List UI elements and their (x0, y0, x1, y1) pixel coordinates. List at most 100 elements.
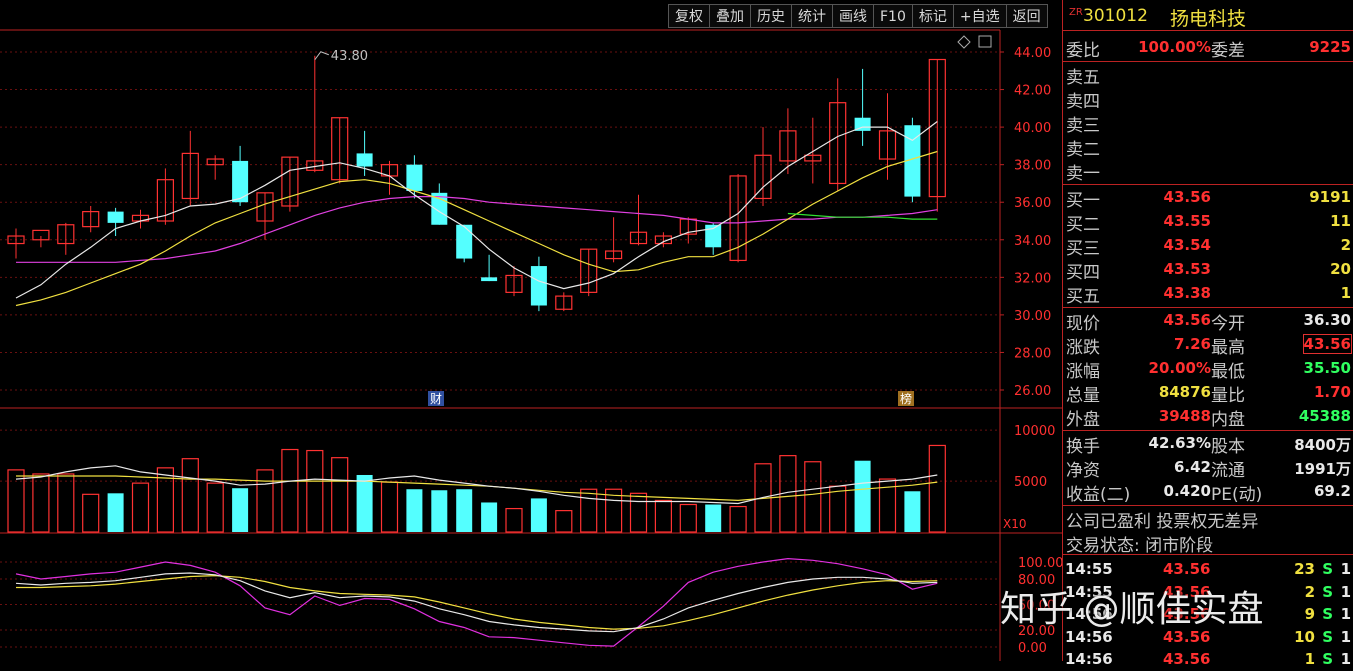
sell-label: 卖五 (1066, 68, 1100, 88)
sell-row: 卖三 (1063, 110, 1353, 136)
quote-label-2: 量比 (1211, 386, 1245, 406)
ma10-line (15, 150, 938, 307)
volume-bar-up (629, 492, 648, 533)
price-axis-label: 38.00 (1014, 159, 1051, 174)
buy-price: 43.55 (1163, 212, 1211, 230)
tick-time: 14:55 (1065, 560, 1113, 578)
volume-bar-up (306, 449, 324, 533)
toolbar-button-2[interactable]: 历史 (750, 4, 791, 28)
quote-row: 外盘 39488 内盘 45388 (1063, 404, 1353, 430)
quote-row: 涨幅 20.00% 最低 35.50 (1063, 356, 1353, 382)
toolbar-button-1[interactable]: 叠加 (709, 4, 750, 28)
toolbar-button-7[interactable]: +自选 (952, 4, 1006, 28)
window-icon (978, 35, 992, 48)
buy-label: 买三 (1066, 239, 1100, 259)
stock-code[interactable]: 301012 (1083, 6, 1148, 26)
oscillator-k-line (15, 572, 938, 633)
volume-bar-down (705, 504, 722, 532)
finance-label-2: 流通 (1211, 461, 1245, 481)
quote-row: 总量 84876 量比 1.70 (1063, 380, 1353, 406)
tick-count: 1 (1340, 560, 1351, 578)
quote-label: 现价 (1066, 314, 1100, 334)
volume-bar-up (555, 510, 573, 533)
finance-value: 42.63% (1148, 434, 1211, 452)
price-axis-label: 34.00 (1014, 234, 1051, 249)
stock-flag: ZR (1069, 7, 1083, 18)
note-row: 公司已盈利 投票权无差异 (1063, 506, 1353, 532)
tick-row: 14:56 43.56 1 S 1 (1063, 648, 1353, 671)
volume-bar-down (456, 489, 473, 532)
volume-bar-up (580, 488, 598, 533)
toolbar-button-8[interactable]: 返回 (1005, 4, 1048, 28)
tick-volume: 10 (1294, 627, 1315, 646)
volume-bar-up (505, 507, 523, 533)
tick-count: 1 (1340, 627, 1351, 646)
candle-body-down (107, 211, 124, 223)
quote-value: 39488 (1158, 407, 1211, 425)
quote-label: 涨幅 (1066, 362, 1100, 382)
price-axis-label: 42.00 (1014, 84, 1051, 99)
volume-bar-down (904, 491, 921, 532)
weicha-label: 委差 (1211, 41, 1245, 61)
volume-ma10-line (16, 475, 938, 502)
oscillator-d-line (16, 574, 938, 630)
oscillator-lines (15, 557, 938, 647)
quote-value-2: 36.30 (1303, 311, 1351, 329)
quote-label: 外盘 (1066, 410, 1100, 430)
volume-axis-label: 5000 (1014, 475, 1047, 490)
volume-bar-up (729, 505, 747, 533)
stock-name[interactable]: 扬电科技 (1170, 4, 1246, 31)
toolbar-button-6[interactable]: 标记 (911, 4, 953, 28)
sell-row: 卖五 (1063, 62, 1353, 88)
buy-row: 买四 43.53 20 (1063, 257, 1353, 283)
volume-bar-up (281, 448, 299, 533)
ma5-line (15, 121, 938, 299)
buy-label: 买一 (1066, 191, 1100, 211)
quote-row: 现价 43.56 今开 36.30 (1063, 308, 1353, 334)
price-axis: 44.00 42.00 40.00 38.00 36.00 34.00 32.00 30.00… (1003, 46, 1062, 656)
quote-stats: 现价 43.56 今开 36.30 涨跌 7.26 最高 43.56 涨幅 20.00% 最低 35.… (1063, 308, 1353, 431)
weibi-label: 委比 (1066, 41, 1100, 61)
weicha-value: 9225 (1309, 38, 1351, 56)
buy-orders: 买一 43.56 9191 买二 43.55 11 买三 43.54 2 买四 43.53 20 买五 4… (1063, 185, 1353, 308)
buy-row: 买三 43.54 2 (1063, 233, 1353, 259)
volume-unit-label: X10 (1003, 517, 1027, 531)
moving-average-lines (15, 121, 938, 307)
tick-volume: 9 (1304, 605, 1315, 623)
max-price-label: 43.80 (331, 49, 368, 64)
diamond-icon (957, 35, 971, 49)
toolbar-button-4[interactable]: 画线 (832, 4, 873, 28)
price-axis-label: 36.00 (1014, 196, 1051, 211)
sell-label: 卖三 (1066, 116, 1100, 136)
price-axis-label: 44.00 (1014, 46, 1051, 61)
quote-value-2: 43.56 (1302, 334, 1353, 354)
quote-label-2: 今开 (1211, 314, 1245, 334)
finance-value-2: 8400万 (1294, 436, 1351, 454)
oscillator-axis-label: 0.00 (1018, 641, 1047, 656)
price-axis-label: 32.00 (1014, 271, 1051, 286)
quote-value-2: 1.70 (1313, 383, 1351, 401)
kline-chart-area[interactable]: 44.00 42.00 40.00 38.00 36.00 34.00 32.00 30.00… (0, 0, 1062, 661)
sell-orders: 卖五 卖四 卖三 卖二 卖一 (1063, 62, 1353, 185)
finance-value: 6.42 (1173, 458, 1211, 476)
tick-count: 1 (1340, 605, 1351, 623)
quote-label-2: 最高 (1211, 338, 1245, 358)
buy-label: 买四 (1066, 263, 1100, 283)
buy-row: 买二 43.55 11 (1063, 209, 1353, 235)
volume-bar-down (232, 488, 249, 532)
toolbar-button-0[interactable]: 复权 (668, 4, 709, 28)
tick-volume: 1 (1304, 650, 1315, 668)
event-marker-label: 财 (430, 392, 442, 406)
price-axis-label: 28.00 (1014, 346, 1051, 361)
profit-note: 公司已盈利 投票权无差异 (1066, 512, 1259, 532)
sell-label: 卖四 (1066, 92, 1100, 112)
volume-bar-up (331, 457, 349, 533)
toolbar-button-3[interactable]: 统计 (791, 4, 832, 28)
tick-side: S (1322, 582, 1333, 601)
sell-row: 卖四 (1063, 86, 1353, 112)
toolbar-button-5[interactable]: F10 (873, 4, 912, 28)
event-marker-label: 榜 (900, 391, 912, 406)
tick-side: S (1322, 560, 1333, 578)
ma60-line (787, 212, 938, 220)
quote-value: 43.56 (1163, 311, 1211, 329)
